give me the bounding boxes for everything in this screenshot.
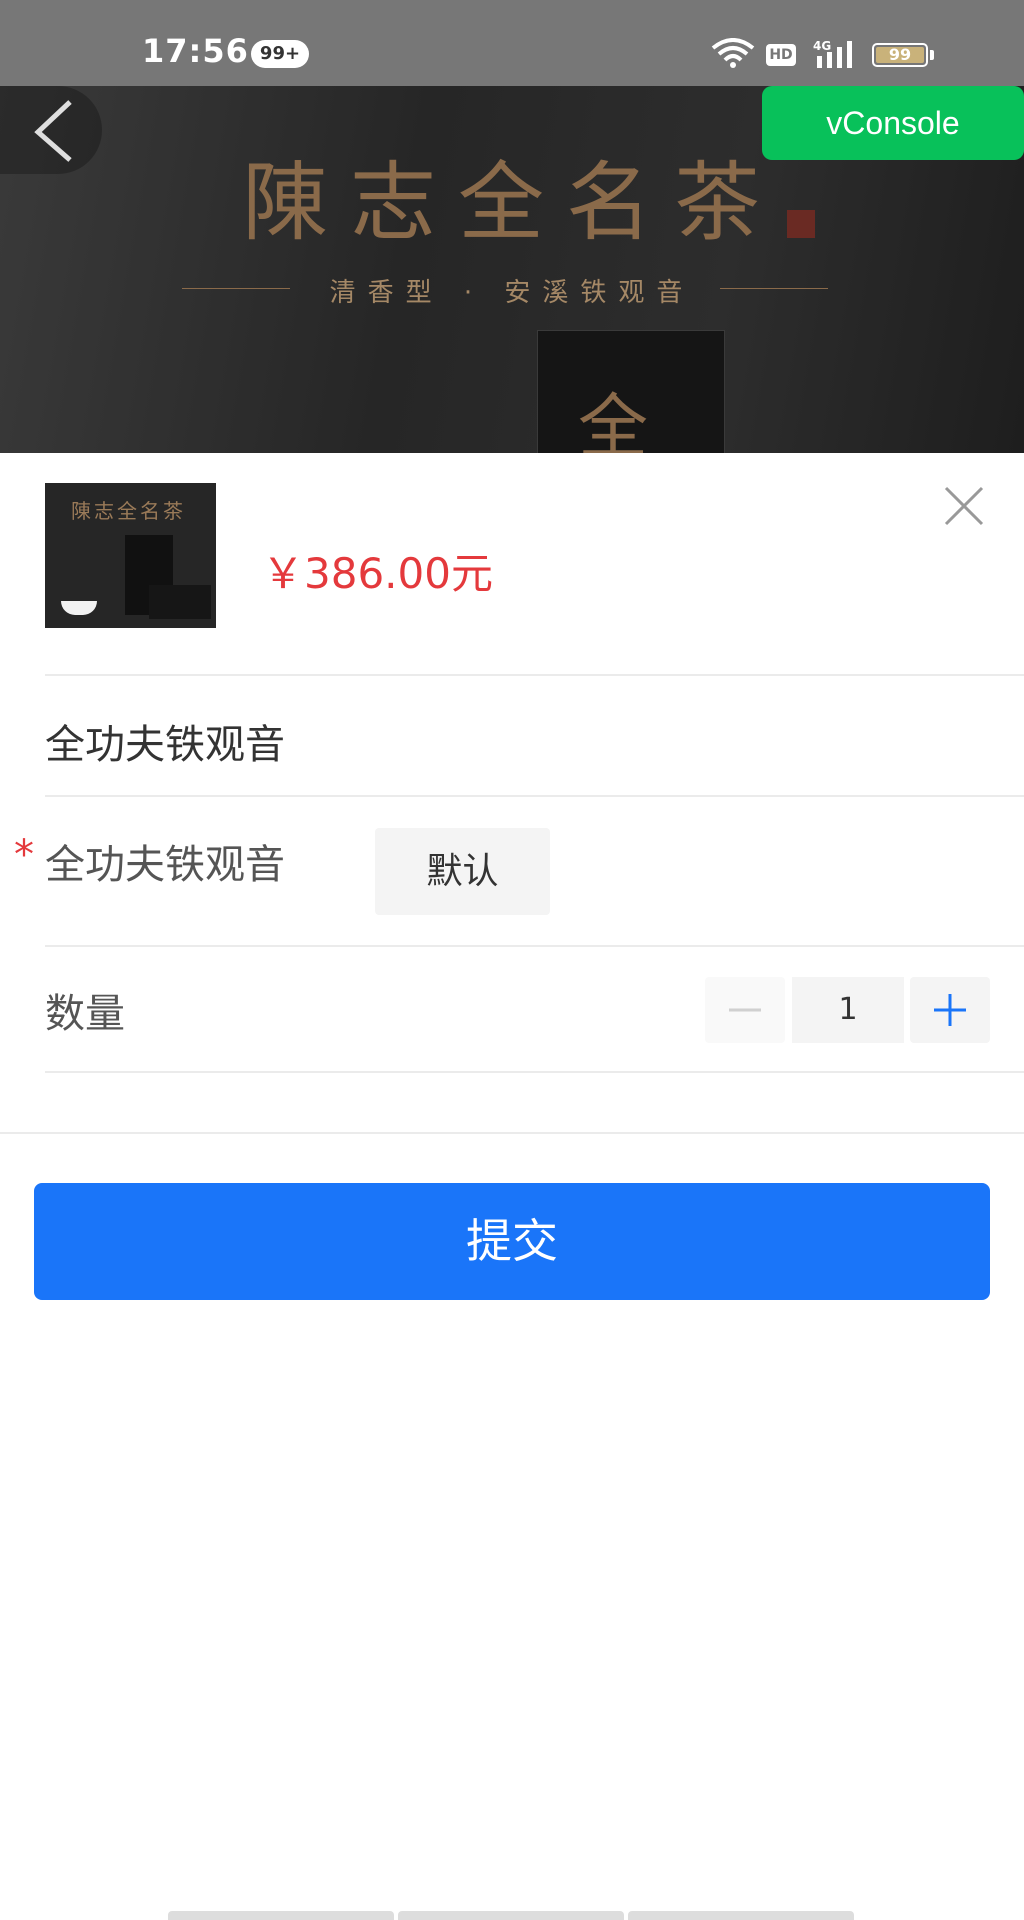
- status-time: 17:56: [142, 32, 249, 70]
- submit-button[interactable]: 提交: [34, 1183, 990, 1300]
- notification-badge: 99+: [251, 40, 309, 68]
- divider: [45, 945, 1024, 947]
- hero-box-mark: 全: [578, 386, 648, 453]
- product-thumbnail: 陳志全名茶: [45, 483, 216, 628]
- signal-icon: 4G: [813, 39, 852, 68]
- section-divider: [0, 1132, 1024, 1134]
- home-indicator-segment: [628, 1911, 854, 1920]
- divider: [45, 795, 1024, 797]
- battery-tip: [930, 50, 934, 60]
- thumbnail-tea-box-flat: [149, 585, 211, 619]
- quantity-label: 数量: [45, 991, 125, 1037]
- battery-level: 99: [876, 47, 924, 63]
- hero-subtitle: 清香型 · 安溪铁观音: [329, 278, 695, 308]
- home-indicator-segment: [398, 1911, 624, 1920]
- thumbnail-brand-text: 陳志全名茶: [71, 499, 186, 523]
- plus-icon: [934, 994, 966, 1026]
- spec-label: 全功夫铁观音: [45, 842, 285, 888]
- divider: [45, 1071, 1024, 1073]
- back-button[interactable]: [0, 86, 102, 174]
- spec-option-default[interactable]: 默认: [375, 828, 550, 915]
- product-price: ￥386.00元: [262, 549, 493, 598]
- home-indicator-segment: [168, 1911, 394, 1920]
- divider: [45, 674, 1024, 676]
- battery-icon: 99: [872, 43, 928, 67]
- thumbnail-teacup: [61, 601, 97, 615]
- vconsole-button[interactable]: vConsole: [762, 86, 1024, 160]
- minus-icon: [729, 1008, 761, 1012]
- status-bar: 17:56 99+ HD 4G 99: [0, 0, 1024, 86]
- wifi-icon: [711, 38, 755, 68]
- hd-icon: HD: [766, 44, 796, 66]
- home-indicator: [168, 1911, 854, 1920]
- hero-seal-stamp: [787, 210, 815, 238]
- quantity-increase-button[interactable]: [910, 977, 990, 1043]
- quantity-input[interactable]: 1: [792, 977, 904, 1043]
- product-name: 全功夫铁观音: [45, 722, 285, 768]
- required-mark: *: [14, 832, 34, 878]
- hero-tea-box: 全: [537, 330, 725, 453]
- chevron-left-icon: [34, 100, 72, 162]
- hero-divider-right: [720, 288, 828, 289]
- quantity-decrease-button[interactable]: [705, 977, 785, 1043]
- network-type-label: 4G: [813, 39, 831, 53]
- close-icon[interactable]: [942, 484, 986, 528]
